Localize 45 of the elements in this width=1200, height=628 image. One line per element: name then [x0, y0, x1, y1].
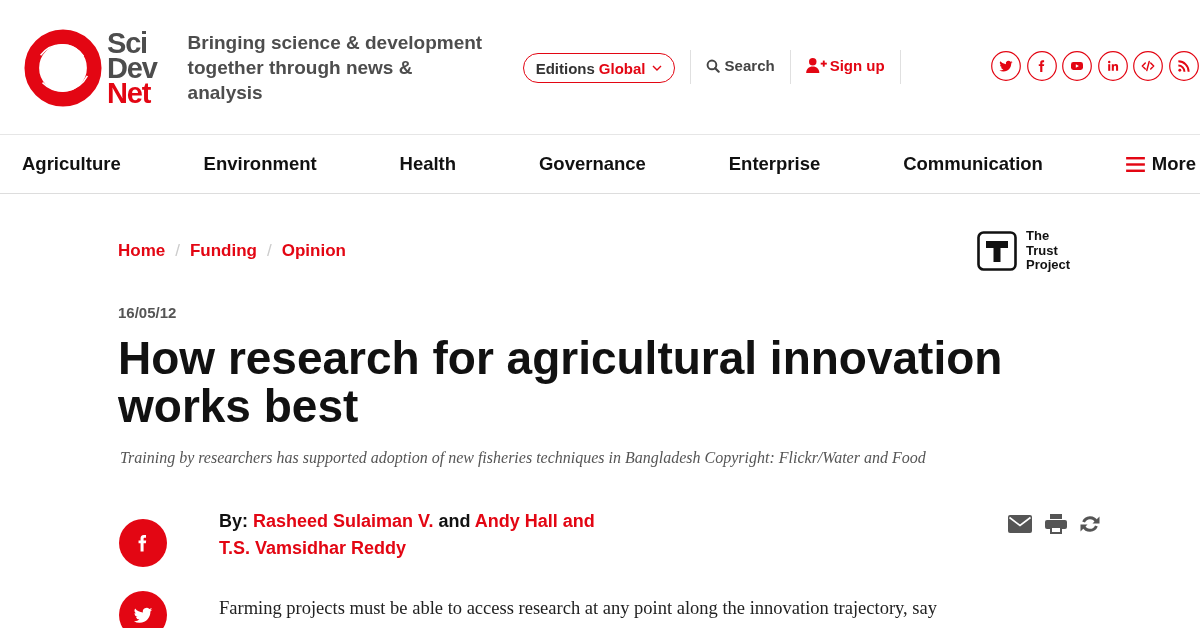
sign-up-button[interactable]: Sign up [805, 57, 885, 74]
nav-link[interactable]: Health [399, 153, 457, 175]
bird-icon[interactable] [991, 51, 1022, 81]
nav-link[interactable]: Enterprise [728, 153, 821, 175]
chevron-down-icon [651, 65, 662, 71]
menu-icon [1125, 156, 1145, 172]
author-link[interactable]: Rasheed Sulaiman V. [253, 510, 434, 531]
breadcrumb-link[interactable]: Opinion [281, 240, 346, 261]
editions-button[interactable]: Editions Global [522, 53, 675, 83]
envelope-icon[interactable] [1008, 514, 1032, 533]
author-link[interactable]: T.S. Vamsidhar Reddy [219, 537, 407, 558]
author-link[interactable]: Andy Hall and [474, 510, 595, 531]
refresh-icon[interactable] [1080, 513, 1100, 534]
logo-word[interactable]: Net [107, 80, 157, 106]
byline: By: Rasheed Sulaiman V. and Andy Hall and T.S. Vamsidhar Reddy [219, 509, 596, 560]
ring-logo-icon[interactable] [22, 29, 104, 107]
tagline: Bringing science & development together through news & analysis [187, 30, 484, 105]
in-logo-icon[interactable] [1097, 51, 1128, 81]
f-logo-icon[interactable] [1026, 51, 1057, 81]
search-icon [705, 58, 720, 73]
breadcrumb-separator: / [175, 240, 180, 261]
article-date: 16/05/12 [118, 303, 178, 322]
logo-word[interactable]: Dev [107, 55, 157, 81]
f-logo-icon[interactable] [119, 518, 167, 567]
article-title: How research for agricultural innovation works best [118, 333, 1004, 430]
search-button[interactable]: Search [705, 57, 775, 74]
trust-project-link[interactable]: The Trust Project [977, 229, 1078, 273]
code-icon[interactable] [1133, 51, 1164, 81]
t-badge-icon [977, 230, 1017, 271]
user-plus-icon [805, 58, 827, 73]
nav-link[interactable]: Agriculture [22, 153, 121, 175]
play-icon[interactable] [1062, 51, 1093, 81]
bird-icon[interactable] [119, 590, 167, 628]
nav-link[interactable]: Environment [203, 153, 317, 175]
image-caption: Training by researchers has supported adoption of new fisheries techniques in Bangladesh Copyright: Flickr/Water and Food [120, 447, 927, 468]
nav-link[interactable]: Governance [538, 153, 646, 175]
breadcrumb-separator: / [267, 240, 272, 261]
printer-icon[interactable] [1045, 513, 1067, 534]
article-paragraph: Farming projects must be able to access research at any point along the innovation trajectory, say [219, 596, 938, 620]
rss-icon[interactable] [1169, 51, 1199, 81]
nav-link[interactable]: Communication [903, 153, 1043, 175]
breadcrumb-link[interactable]: Home [118, 240, 166, 261]
more-button[interactable]: More [1125, 153, 1196, 175]
logo-word[interactable]: Sci [107, 30, 157, 56]
breadcrumb-link[interactable]: Funding [189, 240, 257, 261]
